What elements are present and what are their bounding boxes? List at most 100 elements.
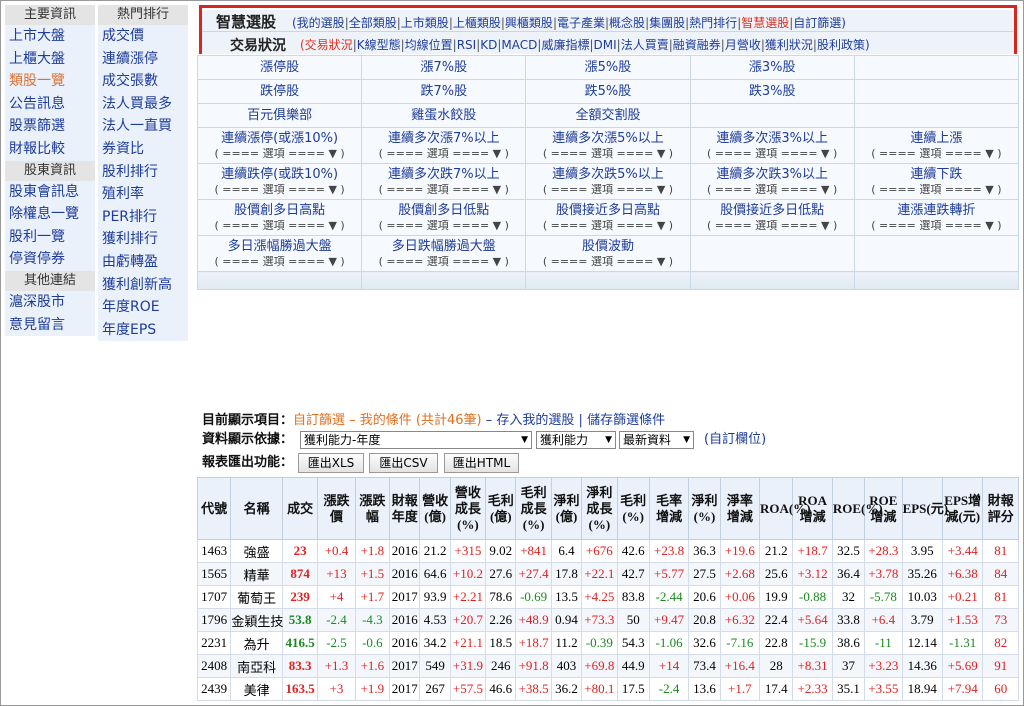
menu-link[interactable]: 上市類股 [401, 14, 449, 31]
screen-option-link[interactable]: 跌7%股 [363, 83, 525, 100]
screen-option-link[interactable]: 全額交割股 [527, 107, 689, 124]
grid-cell[interactable]: 跌3%股 [689, 79, 855, 104]
menu-link[interactable]: 興櫃類股 [505, 14, 553, 31]
nav-link[interactable]: 公告訊息 [5, 92, 95, 116]
screen-option-link[interactable]: 漲停股 [199, 59, 361, 76]
menu-link[interactable]: 獲利狀況 [765, 36, 813, 53]
column-header[interactable]: EPS增減(元) [941, 477, 984, 540]
option-select[interactable]: ( ==== 選項 ==== ▼ ) [691, 219, 853, 233]
grid-cell[interactable]: 連續漲停(或漲10%)( ==== 選項 ==== ▼ ) [196, 127, 363, 164]
nav-link[interactable]: 意見留言 [5, 313, 95, 337]
nav-link[interactable]: 獲利排行 [98, 228, 188, 251]
grid-cell[interactable]: 連續多次漲5%以上( ==== 選項 ==== ▼ ) [525, 127, 691, 164]
grid-cell[interactable]: 跌停股 [196, 79, 363, 104]
grid-cell[interactable]: 股價波動( ==== 選項 ==== ▼ ) [525, 235, 691, 272]
option-select[interactable]: ( ==== 選項 ==== ▼ ) [363, 255, 525, 269]
screen-option-link[interactable]: 連續多次跌3%以上 [691, 166, 853, 183]
nav-link[interactable]: 股東會訊息 [5, 180, 95, 204]
screen-option-link[interactable]: 股價創多日高點 [199, 202, 361, 219]
menu-link[interactable]: KD [480, 38, 497, 52]
column-header[interactable]: ROE(%) [831, 477, 883, 540]
grid-cell[interactable]: 連續多次跌7%以上( ==== 選項 ==== ▼ ) [361, 163, 527, 200]
screen-option-link[interactable]: 跌停股 [199, 83, 361, 100]
menu-link[interactable]: 自訂篩選) [793, 14, 846, 31]
nav-link[interactable]: 法人一直買 [98, 115, 188, 138]
column-header[interactable]: 代號 [196, 477, 232, 540]
grid-cell[interactable]: 連漲連跌轉折( ==== 選項 ==== ▼ ) [853, 199, 1020, 236]
table-row[interactable]: 1463 強盛 23 +0.4 +1.8 2016 21.2 +315 9.02 +841 6.4 +… [196, 539, 1019, 563]
grid-cell[interactable]: 股價接近多日低點( ==== 選項 ==== ▼ ) [689, 199, 855, 236]
grid-cell[interactable]: 百元俱樂部 [196, 103, 363, 128]
column-header[interactable]: 淨利(億) [550, 477, 583, 540]
screen-option-link[interactable]: 跌5%股 [527, 83, 689, 100]
option-select[interactable]: ( ==== 選項 ==== ▼ ) [691, 183, 853, 197]
table-row[interactable]: 1707 葡萄王 239 +4 +1.7 2017 93.9 +2.21 78.6 -0.69 13… [196, 585, 1019, 609]
menu-link[interactable]: (我的選股 [292, 14, 345, 31]
screen-option-link[interactable]: 多日跌幅勝過大盤 [363, 238, 525, 255]
nav-link[interactable]: 類股一覽 [5, 70, 95, 93]
column-header[interactable]: 漲跌價 [317, 477, 356, 540]
option-select[interactable]: ( ==== 選項 ==== ▼ ) [199, 255, 361, 269]
column-header[interactable]: 淨利成長(%) [581, 477, 618, 540]
table-row[interactable]: 2231 為升 416.5 -2.5 -0.6 2016 34.2 +21.1 18.5 +18.… [196, 631, 1019, 655]
column-header[interactable]: 財報評分 [982, 477, 1019, 540]
column-header[interactable]: 營收成長(%) [449, 477, 487, 540]
save-to-my-stocks-link[interactable]: – 存入我的選股 [486, 413, 575, 428]
column-header[interactable]: 營收(億) [419, 477, 451, 540]
option-select[interactable]: ( ==== 選項 ==== ▼ ) [527, 147, 689, 161]
column-header[interactable]: 毛率增減 [648, 477, 690, 540]
screen-option-link[interactable]: 漲7%股 [363, 59, 525, 76]
custom-columns-link[interactable]: (自訂欄位) [704, 430, 766, 450]
option-select[interactable]: ( ==== 選項 ==== ▼ ) [527, 219, 689, 233]
menu-link[interactable]: 上櫃類股 [453, 14, 501, 31]
screen-option-link[interactable]: 連續上漲 [855, 130, 1017, 147]
option-select[interactable]: ( ==== 選項 ==== ▼ ) [527, 183, 689, 197]
menu-link[interactable]: 法人買賣 [621, 36, 669, 53]
grid-cell[interactable]: 跌7%股 [361, 79, 527, 104]
column-header[interactable]: 名稱 [230, 477, 283, 540]
menu-link[interactable]: 月營收 [725, 36, 761, 53]
nav-link[interactable]: 上市大盤 [5, 25, 95, 48]
nav-link[interactable]: 成交張數 [98, 70, 188, 93]
menu-link[interactable]: DMI [594, 38, 617, 52]
save-filter-link[interactable]: 儲存篩選條件 [587, 413, 665, 428]
menu-link[interactable]: 均線位置 [405, 36, 453, 53]
nav-link[interactable]: 股利一覽 [5, 225, 95, 249]
grid-cell[interactable]: 跌5%股 [525, 79, 691, 104]
nav-link[interactable]: 上櫃大盤 [5, 47, 95, 71]
screen-option-link[interactable]: 股價創多日低點 [363, 202, 525, 219]
screen-option-link[interactable]: 連續下跌 [855, 166, 1017, 183]
menu-link[interactable]: 融資融券 [673, 36, 721, 53]
option-select[interactable]: ( ==== 選項 ==== ▼ ) [363, 183, 525, 197]
grid-cell[interactable]: 股價接近多日高點( ==== 選項 ==== ▼ ) [525, 199, 691, 236]
grid-cell[interactable]: 連續多次跌5%以上( ==== 選項 ==== ▼ ) [525, 163, 691, 200]
nav-link[interactable]: 連續漲停 [98, 47, 188, 71]
column-header[interactable]: 毛利(%) [616, 477, 650, 540]
nav-link[interactable]: 法人買最多 [98, 92, 188, 116]
grid-cell[interactable]: 股價創多日低點( ==== 選項 ==== ▼ ) [361, 199, 527, 236]
export-csv-button[interactable]: 匯出CSV [369, 453, 438, 473]
screen-option-link[interactable]: 股價接近多日低點 [691, 202, 853, 219]
column-header[interactable]: 毛利(億) [485, 477, 517, 540]
screen-option-link[interactable]: 連續跌停(或跌10%) [199, 166, 361, 183]
menu-link[interactable]: 全部類股 [349, 14, 397, 31]
nav-link[interactable]: PER排行 [98, 205, 188, 229]
nav-link[interactable]: 停資停券 [5, 248, 95, 271]
option-select[interactable]: ( ==== 選項 ==== ▼ ) [363, 147, 525, 161]
table-row[interactable]: 1796 金穎生技 53.8 -2.4 -4.3 2016 4.53 +20.7 2.26 +48… [196, 608, 1019, 632]
grid-cell[interactable]: 連續跌停(或跌10%)( ==== 選項 ==== ▼ ) [196, 163, 363, 200]
column-header[interactable]: EPS(元) [901, 477, 948, 540]
menu-link[interactable]: MACD [501, 38, 537, 52]
nav-link[interactable]: 除權息一覽 [5, 203, 95, 226]
option-select[interactable]: ( ==== 選項 ==== ▼ ) [855, 183, 1017, 197]
option-select[interactable]: ( ==== 選項 ==== ▼ ) [199, 147, 361, 161]
grid-cell[interactable]: 連續下跌( ==== 選項 ==== ▼ ) [853, 163, 1020, 200]
screen-option-link[interactable]: 漲5%股 [527, 59, 689, 76]
column-header[interactable]: ROE增減 [864, 477, 903, 540]
data-basis-select[interactable]: 獲利能力-年度 ▼ [300, 431, 532, 449]
screen-option-link[interactable]: 連續多次跌5%以上 [527, 166, 689, 183]
option-select[interactable]: ( ==== 選項 ==== ▼ ) [527, 255, 689, 269]
column-header[interactable]: 淨利(%) [688, 477, 721, 540]
menu-link[interactable]: 集團股 [649, 14, 685, 31]
grid-cell[interactable]: 全額交割股 [525, 103, 691, 128]
